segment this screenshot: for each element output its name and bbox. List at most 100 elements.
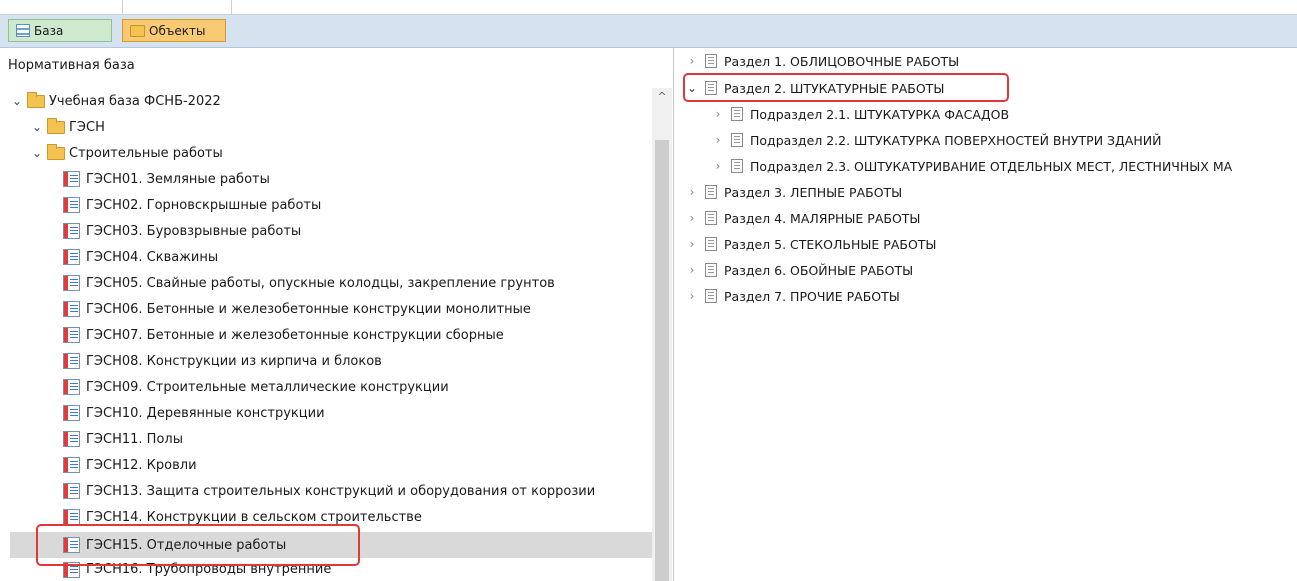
book-icon	[63, 431, 80, 447]
collapsed-chevron-icon[interactable]: ›	[685, 211, 699, 225]
expanded-chevron-icon[interactable]: ⌄	[10, 94, 24, 108]
list-item-label: ГЭСН04. Скважины	[86, 249, 219, 265]
book-icon	[63, 275, 80, 291]
tree-node-label: ГЭСН	[69, 119, 105, 135]
list-item-label: ГЭСН07. Бетонные и железобетонные констр…	[86, 327, 504, 343]
tree-node-subsection[interactable]: › Подраздел 2.1. ШТУКАТУРКА ФАСАДОВ	[711, 101, 1009, 127]
list-item-label: ГЭСН09. Строительные металлические конст…	[86, 379, 449, 395]
scrollbar-thumb[interactable]	[655, 140, 669, 581]
book-icon	[63, 457, 80, 473]
folder-icon	[47, 117, 65, 134]
tree-node-label: Раздел 3. ЛЕПНЫЕ РАБОТЫ	[724, 184, 903, 200]
tree-node-subsection[interactable]: › Подраздел 2.2. ШТУКАТУРКА ПОВЕРХНОСТЕЙ …	[711, 127, 1162, 153]
tree-node-label: Подраздел 2.3. ОШТУКАТУРИВАНИЕ ОТДЕЛЬНЫХ…	[750, 158, 1233, 174]
document-icon	[705, 289, 717, 303]
book-icon	[63, 171, 80, 187]
folder-icon	[27, 91, 45, 108]
list-item-label: ГЭСН08. Конструкции из кирпича и блоков	[86, 353, 382, 369]
document-icon	[705, 263, 717, 277]
tree-node-section[interactable]: › Раздел 3. ЛЕПНЫЕ РАБОТЫ	[685, 179, 903, 205]
collapsed-chevron-icon[interactable]: ›	[685, 185, 699, 199]
normative-base-panel: Нормативная база ⌄ Учебная база ФСНБ-202…	[0, 48, 674, 581]
book-icon	[63, 197, 80, 213]
tree-node-section[interactable]: › Раздел 1. ОБЛИЦОВОЧНЫЕ РАБОТЫ	[685, 48, 960, 74]
collapsed-chevron-icon[interactable]: ›	[711, 107, 725, 121]
book-icon	[63, 379, 80, 395]
tree-node-label: Раздел 5. СТЕКОЛЬНЫЕ РАБОТЫ	[724, 236, 937, 252]
collapsed-chevron-icon[interactable]: ›	[685, 263, 699, 277]
list-item[interactable]: ГЭСН07. Бетонные и железобетонные констр…	[63, 322, 504, 348]
objects-button-label: Объекты	[149, 23, 206, 38]
document-icon	[705, 185, 717, 199]
collapsed-chevron-icon[interactable]: ›	[711, 159, 725, 173]
list-item-label: ГЭСН02. Горновскрышные работы	[86, 197, 322, 213]
book-icon	[63, 327, 80, 343]
list-item[interactable]: ГЭСН11. Полы	[63, 426, 183, 452]
list-item[interactable]: ГЭСН10. Деревянные конструкции	[63, 400, 325, 426]
list-item-label: ГЭСН05. Свайные работы, опускные колодцы…	[86, 275, 555, 291]
list-item[interactable]: ГЭСН09. Строительные металлические конст…	[63, 374, 449, 400]
document-icon	[731, 133, 743, 147]
document-icon	[731, 159, 743, 173]
tree-node-label: Подраздел 2.2. ШТУКАТУРКА ПОВЕРХНОСТЕЙ В…	[750, 132, 1162, 148]
book-icon	[63, 301, 80, 317]
list-item-label: ГЭСН12. Кровли	[86, 457, 197, 473]
tree-node-label: Раздел 4. МАЛЯРНЫЕ РАБОТЫ	[724, 210, 921, 226]
list-item[interactable]: ГЭСН03. Буровзрывные работы	[63, 218, 301, 244]
tree-node-section[interactable]: › Раздел 5. СТЕКОЛЬНЫЕ РАБОТЫ	[685, 231, 937, 257]
collapsed-chevron-icon[interactable]: ›	[685, 289, 699, 303]
document-icon	[705, 54, 717, 68]
list-item[interactable]: ГЭСН12. Кровли	[63, 452, 197, 478]
toolbar: База Объекты	[0, 15, 1297, 48]
vertical-scrollbar[interactable]: ^	[652, 88, 672, 581]
collapsed-chevron-icon[interactable]: ›	[685, 237, 699, 251]
list-item-label: ГЭСН14. Конструкции в сельском строитель…	[86, 509, 422, 525]
panel-title: Нормативная база	[8, 58, 135, 73]
list-item[interactable]: ГЭСН06. Бетонные и железобетонные констр…	[63, 296, 531, 322]
folder-icon	[47, 143, 65, 160]
list-item-label: ГЭСН11. Полы	[86, 431, 183, 447]
list-item[interactable]: ГЭСН05. Свайные работы, опускные колодцы…	[63, 270, 555, 296]
expanded-chevron-icon[interactable]: ⌄	[30, 146, 44, 160]
book-icon	[63, 509, 80, 525]
list-item-label: ГЭСН06. Бетонные и железобетонные констр…	[86, 301, 531, 317]
tree-node-construction[interactable]: ⌄ Строительные работы	[30, 140, 223, 166]
list-item[interactable]: ГЭСН08. Конструкции из кирпича и блоков	[63, 348, 382, 374]
tree-node-label: Строительные работы	[69, 145, 223, 161]
tree-node-gesn[interactable]: ⌄ ГЭСН	[30, 114, 105, 140]
list-item-label: ГЭСН13. Защита строительных конструкций …	[86, 483, 596, 499]
tree-node-label: Раздел 6. ОБОЙНЫЕ РАБОТЫ	[724, 262, 914, 278]
list-item-label: ГЭСН03. Буровзрывные работы	[86, 223, 302, 239]
collapsed-chevron-icon[interactable]: ›	[711, 133, 725, 147]
database-icon	[16, 24, 30, 37]
expanded-chevron-icon[interactable]: ⌄	[30, 120, 44, 134]
top-tab-strip	[0, 0, 1297, 15]
tree-node-section[interactable]: › Раздел 6. ОБОЙНЫЕ РАБОТЫ	[685, 257, 914, 283]
document-icon	[705, 211, 717, 225]
tree-node-subsection[interactable]: › Подраздел 2.3. ОШТУКАТУРИВАНИЕ ОТДЕЛЬНЫ…	[711, 153, 1233, 179]
scroll-up-arrow-icon[interactable]: ^	[652, 90, 672, 103]
tree-node-label: Учебная база ФСНБ-2022	[49, 93, 221, 109]
tree-node-root[interactable]: ⌄ Учебная база ФСНБ-2022	[10, 88, 221, 114]
sections-panel: › Раздел 1. ОБЛИЦОВОЧНЫЕ РАБОТЫ ⌄ Раздел 2…	[679, 48, 1297, 581]
document-icon	[731, 107, 743, 121]
tree-node-section[interactable]: › Раздел 4. МАЛЯРНЫЕ РАБОТЫ	[685, 205, 921, 231]
objects-button[interactable]: Объекты	[122, 19, 226, 42]
book-icon	[63, 483, 80, 499]
base-button[interactable]: База	[8, 19, 112, 42]
folder-icon	[130, 24, 145, 37]
tree-node-label: Подраздел 2.1. ШТУКАТУРКА ФАСАДОВ	[750, 106, 1010, 122]
collapsed-chevron-icon[interactable]: ›	[685, 54, 699, 68]
list-item[interactable]: ГЭСН04. Скважины	[63, 244, 218, 270]
list-item[interactable]: ГЭСН01. Земляные работы	[63, 166, 270, 192]
list-item-label: ГЭСН01. Земляные работы	[86, 171, 270, 187]
tree-node-label: Раздел 7. ПРОЧИЕ РАБОТЫ	[724, 288, 900, 304]
document-icon	[705, 237, 717, 251]
tree-node-section[interactable]: › Раздел 7. ПРОЧИЕ РАБОТЫ	[685, 283, 900, 309]
tree-node-label: Раздел 1. ОБЛИЦОВОЧНЫЕ РАБОТЫ	[724, 53, 960, 69]
list-item[interactable]: ГЭСН02. Горновскрышные работы	[63, 192, 321, 218]
book-icon	[63, 405, 80, 421]
list-item[interactable]: ГЭСН13. Защита строительных конструкций …	[63, 478, 595, 504]
tab-stub	[122, 0, 232, 14]
book-icon	[63, 249, 80, 265]
